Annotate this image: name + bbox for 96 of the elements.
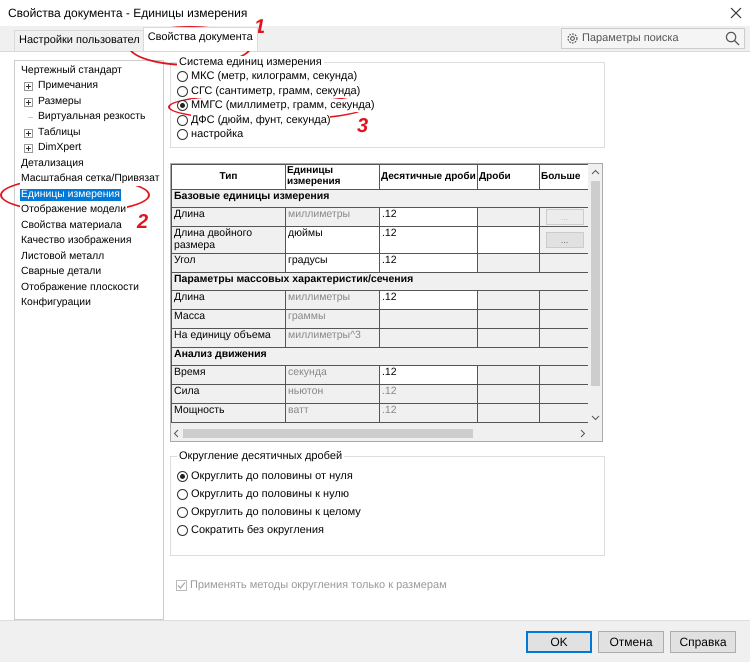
expand-icon[interactable] [24,82,33,92]
expand-icon[interactable] [24,98,33,107]
radio-label[interactable]: Округлить до половины к нулю [191,488,350,502]
table-cell: миллиметры [286,208,380,227]
table-cell: ньютон [286,384,380,404]
search-icon[interactable] [725,31,740,46]
tree-item[interactable]: Масштабная сетка/Привязат [20,173,160,186]
expand-icon[interactable] [24,128,33,138]
radio-label[interactable]: МКС (метр, килограмм, секунда) [191,70,358,84]
vertical-scrollbar[interactable] [588,164,602,426]
annotation-number: 3 [357,116,368,136]
table-cell[interactable]: дюймы [286,226,380,254]
table-cell[interactable]: .12 [380,226,478,254]
search-field[interactable]: Параметры поиска [582,32,722,46]
radio-button[interactable] [177,86,188,97]
horizontal-scrollbar[interactable] [171,426,588,442]
group-title: Округление десятичных дробей [177,450,344,464]
section-header: Базовые единицы измерения [172,190,588,208]
section-header: Параметры массовых характеристик/сечения [172,272,588,290]
radio-label[interactable]: СГС (сантиметр, грамм, секунда) [191,84,360,98]
table-cell: граммы [286,309,380,328]
radio-button[interactable] [177,470,188,482]
table-cell: На единицу объема [172,328,286,348]
column-header: Десятичные дроби [380,164,478,190]
table-cell[interactable]: .12 [380,365,478,384]
radio-label[interactable]: ММГС (миллиметр, грамм, секунда) [191,99,375,112]
tree-item[interactable]: Виртуальная резкость [37,111,146,124]
tree-item[interactable]: Примечания [37,80,99,93]
radio-button[interactable] [177,129,188,140]
table-cell: .12 [380,384,478,404]
tree-item[interactable]: Отображение плоскости [20,282,140,294]
radio-button[interactable] [177,488,188,500]
more-button[interactable]: ... [546,232,584,248]
checkbox-label: Применять методы округления только к размерам [190,579,447,592]
tree-item[interactable]: Таблицы [37,126,82,140]
radio-label[interactable]: ДФС (дюйм, фунт, секунда) [191,114,330,127]
table-cell: ватт [286,403,380,422]
table-cell: миллиметры^3 [286,328,380,348]
column-header: Больше [540,164,588,190]
table-cell: Угол [172,253,286,272]
table-cell: секунда [286,365,380,384]
column-header: Тип [172,164,286,190]
table-cell: Сила [172,384,286,404]
radio-button[interactable] [177,524,188,536]
scroll-up-icon[interactable] [590,169,600,176]
scroll-thumb[interactable] [590,181,600,386]
table-cell[interactable] [478,226,540,254]
scroll-thumb[interactable] [183,429,473,438]
column-header: Дроби [478,164,540,190]
table-cell[interactable]: градусы [286,253,380,272]
annotation-number: 2 [137,212,148,232]
tree-item[interactable]: DimXpert [37,142,82,155]
tree-item[interactable]: Отображение модели [20,204,128,217]
tree-item[interactable]: Размеры [37,96,82,108]
window-title: Свойства документа - Единицы измерения [8,6,248,20]
tree-item[interactable]: Сварные детали [20,266,102,279]
tab[interactable]: Свойства документа [142,27,258,52]
expand-icon[interactable] [24,144,33,154]
table-cell[interactable]: .12 [380,290,478,310]
table-cell: Время [172,365,286,384]
dialog-button[interactable]: Отмена [598,630,664,653]
radio-label[interactable]: Округлить до половины от нуля [191,470,353,484]
table-cell: миллиметры [286,290,380,310]
table-cell[interactable]: .12 [380,208,478,227]
tree-item[interactable]: Свойства материала [20,220,123,232]
tree-item[interactable]: Чертежный стандарт [20,64,123,78]
radio-label[interactable]: Сократить без округления [191,524,324,538]
table-cell: Масса [172,309,286,328]
radio-button[interactable] [177,506,188,518]
scroll-right-icon[interactable] [580,429,586,438]
dialog-button[interactable]: Справка [670,630,736,653]
close-icon[interactable] [730,6,742,19]
scroll-down-icon[interactable] [590,415,600,422]
tree-item[interactable]: Конфигурации [20,297,92,310]
table-cell[interactable]: .12 [380,253,478,272]
search-bar[interactable]: Параметры поиска [561,28,745,50]
radio-button[interactable] [177,114,188,126]
table-cell: Длина [172,208,286,227]
section-header: Анализ движения [172,347,588,366]
radio-button[interactable] [177,71,188,82]
table-cell: .12 [380,403,478,422]
scroll-left-icon[interactable] [173,429,179,438]
group-title: Система единиц измерения [177,56,324,70]
radio-label[interactable]: настройка [191,128,244,142]
column-header: Единицы измерения [286,164,380,190]
tree-item[interactable]: Единицы измерения [20,188,121,202]
table-cell: Мощность [172,403,286,422]
table-cell: Длина двойного размера [172,226,286,254]
table-cell: Длина [172,290,286,310]
tree-item[interactable]: Качество изображения [20,235,132,248]
dialog-button[interactable]: OK [526,630,592,653]
tree-item[interactable]: Детализация [20,158,85,170]
tab[interactable]: Настройки пользовател [14,30,145,52]
gear-icon [566,32,579,46]
radio-label[interactable]: Округлить до половины к целому [191,506,361,520]
radio-button[interactable] [177,100,188,112]
